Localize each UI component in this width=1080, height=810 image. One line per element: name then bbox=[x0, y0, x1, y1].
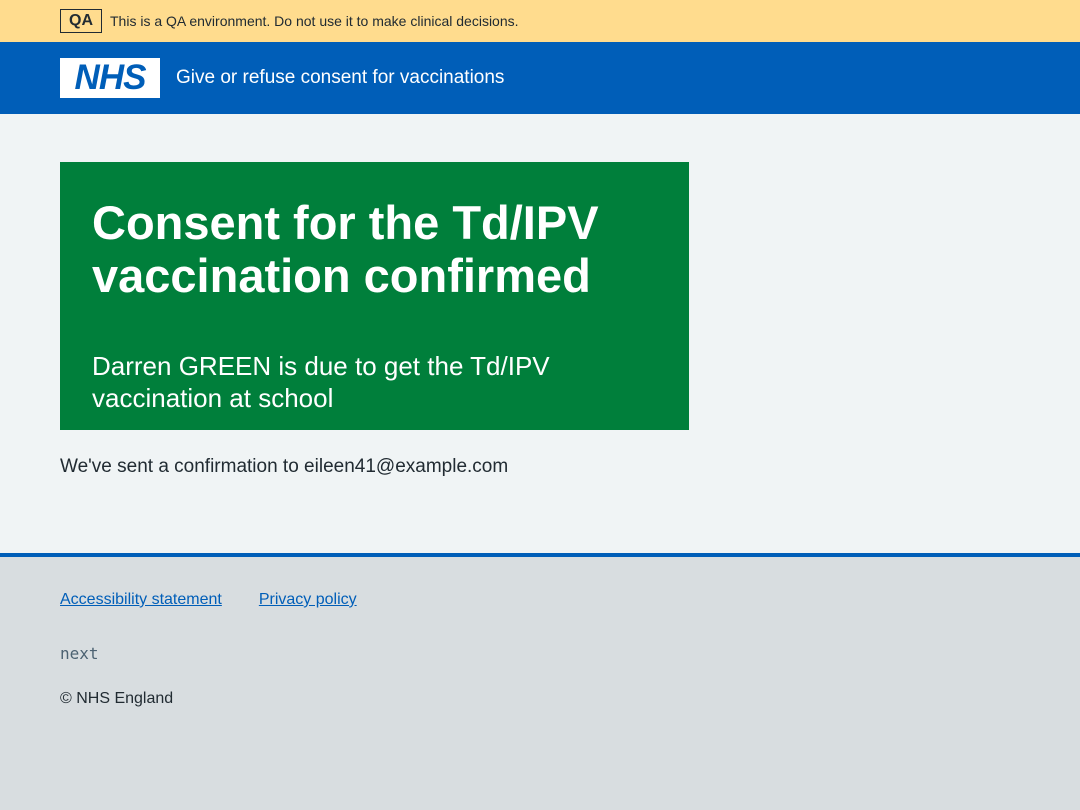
footer-links: Accessibility statement Privacy policy bbox=[60, 591, 1020, 609]
environment-warning-text: This is a QA environment. Do not use it … bbox=[110, 13, 519, 29]
main-content: Consent for the Td/IPV vaccination confi… bbox=[0, 114, 1080, 553]
header: NHS Give or refuse consent for vaccinati… bbox=[0, 42, 1080, 114]
footer: Accessibility statement Privacy policy n… bbox=[0, 553, 1080, 810]
accessibility-statement-link[interactable]: Accessibility statement bbox=[60, 591, 222, 609]
panel-body: Darren GREEN is due to get the Td/IPV va… bbox=[92, 351, 550, 413]
version-label: next bbox=[60, 644, 99, 663]
panel-title: Consent for the Td/IPV vaccination confi… bbox=[92, 196, 599, 302]
environment-tag: QA bbox=[60, 9, 102, 33]
environment-banner: QA This is a QA environment. Do not use … bbox=[0, 0, 1080, 42]
privacy-policy-link[interactable]: Privacy policy bbox=[259, 591, 357, 609]
confirmation-message: We've sent a confirmation to eileen41@ex… bbox=[60, 456, 509, 477]
service-name[interactable]: Give or refuse consent for vaccinations bbox=[176, 67, 504, 89]
nhs-logo[interactable]: NHS bbox=[60, 58, 160, 98]
copyright: © NHS England bbox=[60, 690, 174, 707]
confirmation-panel: Consent for the Td/IPV vaccination confi… bbox=[60, 162, 689, 430]
nhs-logo-text: NHS bbox=[74, 58, 147, 97]
